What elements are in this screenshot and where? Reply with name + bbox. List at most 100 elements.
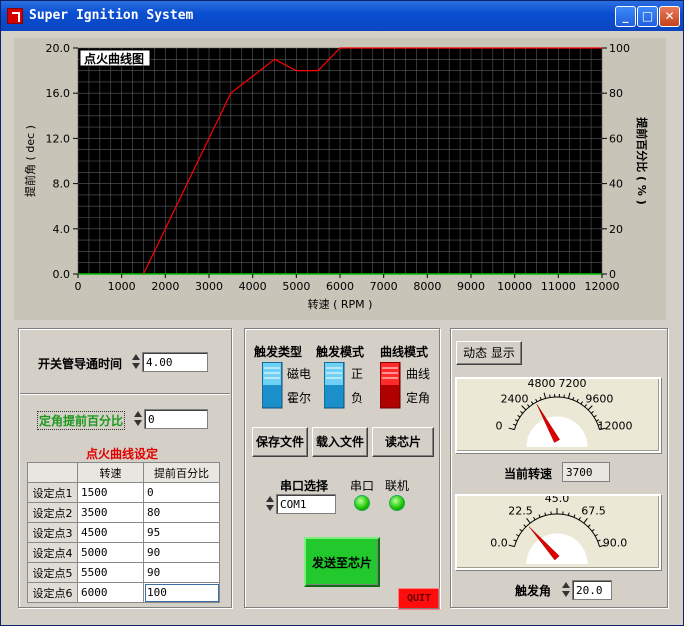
gauge-hub [526,416,588,448]
x-tick-label: 4000 [239,280,267,293]
rpm-cell[interactable]: 4500 [77,522,144,543]
trigger-angle-input[interactable]: 20.0 [572,580,612,600]
gauge-tick [544,512,547,516]
fixed-angle-input[interactable]: 0 [144,409,208,429]
gauge-tick [573,514,576,518]
percent-cell[interactable]: 95 [143,522,220,543]
gauge-tick [597,539,601,542]
trigger-mode-toggle[interactable] [323,361,345,409]
quit-button[interactable]: QUIT [398,588,440,610]
magnet-label: 磁电 [287,367,312,381]
port-spinner[interactable] [265,494,275,514]
trigger-mode-label: 触发模式 [316,345,365,359]
rpm-cell[interactable]: 5500 [77,562,144,583]
load-file-button[interactable]: 载入文件 [312,427,368,457]
rpm-cell[interactable]: 1500 [77,482,144,503]
percent-cell[interactable]: 100 [143,582,220,603]
row-header: 设定点4 [27,542,78,563]
gauge-tick [535,398,538,403]
table-row: 设定点4 5000 90 [27,542,220,563]
x-tick-label: 0 [75,280,82,293]
gauge-tick [514,419,519,422]
percent-cell[interactable]: 80 [143,502,220,523]
percent-cell[interactable]: 90 [143,562,220,583]
row-header: 设定点6 [27,582,78,603]
rpm-gauge: 0 2400 4800 7200 9600 12000 [455,377,661,453]
trigger-angle-label: 触发角 [515,584,552,598]
x-tick-label: 7000 [370,280,398,293]
gauge-tick [587,524,591,528]
gauge-tick [519,528,523,532]
minimize-button[interactable]: _ [615,6,636,27]
trigger-angle-gauge: 0.0 22.5 45.0 67.5 90.0 [455,492,661,570]
table-row: 设定点2 3500 80 [27,502,220,523]
y-left-tick-label: 20.0 [46,42,71,55]
save-file-button[interactable]: 保存文件 [252,427,308,457]
x-tick-label: 6000 [326,280,354,293]
y-left-tick-label: 12.0 [46,132,71,145]
table-row: 设定点6 6000 100 [27,582,220,603]
rpm-cell[interactable]: 5000 [77,542,144,563]
divider [20,393,230,395]
gauge-tick [538,514,541,518]
gauge-tick [572,396,575,401]
angle-gauge-dial: 0.0 22.5 45.0 67.5 90.0 [490,492,627,565]
gauge-tick [567,392,571,399]
hall-label: 霍尔 [287,391,312,405]
curve-table: 转速 提前百分比 设定点1 1500 0 设定点2 3500 80 设定点3 4500 95 设定… [27,462,220,603]
send-to-chip-button[interactable]: 发送至芯片 [304,537,380,587]
gauge-tick [516,534,520,537]
curve-setting-title: 点火曲线设定 [86,447,159,461]
trigger-type-toggle[interactable] [261,361,283,409]
port-select-input[interactable]: COM1 [276,494,336,514]
gauge-tick [521,405,527,411]
rpm-cell[interactable]: 6000 [77,582,144,603]
y-right-tick-label: 60 [609,132,623,145]
x-tick-label: 8000 [413,280,441,293]
gauge-tick-label: 22.5 [508,504,533,517]
y-right-tick-label: 0 [609,268,616,281]
rpm-gauge-dial: 0 2400 4800 7200 9600 12000 [496,377,632,448]
gauge-tick-label: 45.0 [545,496,570,505]
current-rpm-value: 3700 [562,462,610,482]
x-tick-label: 10000 [497,280,532,293]
x-tick-label: 3000 [195,280,223,293]
table-row: 设定点1 1500 0 [27,482,220,503]
curve-mode-toggle[interactable] [379,361,401,409]
gauge-tick-label: 67.5 [581,504,606,517]
y-right-tick-label: 100 [609,42,630,55]
serial-led-indicator [354,495,370,511]
close-button[interactable]: ✕ [659,6,680,27]
gauge-tick [543,392,547,399]
trigger-type-label: 触发类型 [254,345,303,359]
dwell-time-input[interactable]: 4.00 [142,352,208,372]
percent-cell[interactable]: 90 [143,542,220,563]
dynamic-display-button[interactable]: 动态 显示 [456,341,522,365]
percent-cell[interactable]: 0 [143,482,220,503]
rpm-cell[interactable]: 3500 [77,502,144,523]
ignition-chart-panel: 0 1000 2000 3000 4000 5000 6000 7000 8000 9000 100… [14,38,666,320]
trigger-angle-spinner[interactable] [561,580,571,600]
y-left-tick-label: 8.0 [53,178,71,191]
read-chip-button[interactable]: 读芯片 [372,427,434,457]
y-left-tick-label: 4.0 [53,223,71,236]
gauge-tick [583,518,588,524]
gauge-tick [508,544,515,548]
gauge-tick [567,512,570,516]
dwell-spinner[interactable] [131,352,141,372]
fixed-angle-spinner[interactable] [133,409,143,429]
corner-cell [27,462,78,483]
online-led-indicator [389,495,405,511]
y-left-tick-label: 16.0 [46,87,71,100]
title-bar: Super Ignition System _ □ ✕ [1,1,683,31]
online-status-label: 联机 [385,479,410,493]
gauge-tick [523,524,527,528]
gauge-tick-label: 0.0 [490,536,508,549]
port-select-label: 串口选择 [280,479,329,493]
maximize-button[interactable]: □ [637,6,658,27]
gauge-tick-label: 9600 [585,393,613,406]
gauge-hub [526,533,588,565]
gauge-tick-label: 4800 [527,379,555,390]
gauge-tick-label: 12000 [597,419,632,432]
y-right-tick-label: 20 [609,223,623,236]
